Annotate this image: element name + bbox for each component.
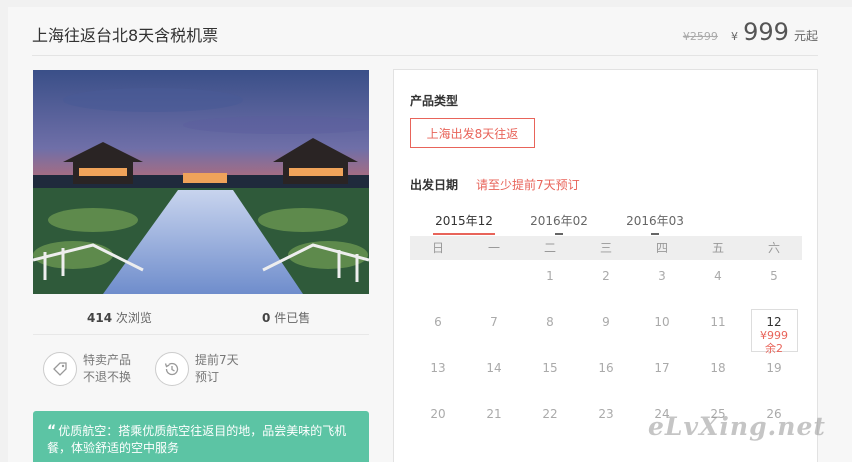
site-watermark: eLvXing.net — [648, 412, 826, 441]
feature-2-line1: 提前7天 — [195, 353, 239, 367]
product-type-option[interactable]: 上海出发8天往返 — [410, 118, 535, 148]
views-label: 次浏览 — [115, 311, 152, 325]
calendar-day — [410, 260, 466, 306]
calendar-week: 1 2 3 4 5 — [410, 260, 802, 306]
sold-count: 0 — [262, 311, 271, 325]
calendar-day: 19 — [766, 361, 782, 375]
calendar-week: 13 14 15 16 17 18 19 — [410, 352, 802, 398]
calendar-day: 15 — [542, 361, 558, 375]
calendar-day-available[interactable]: 12 ¥999 余2 — [746, 306, 802, 355]
calendar-day: 13 — [430, 361, 446, 375]
sold-stat: 0 件已售 — [262, 309, 310, 326]
calendar-day: 10 — [654, 315, 670, 329]
product-type-label: 产品类型 — [410, 94, 459, 108]
sale-price: 999 — [743, 18, 789, 46]
calendar-day — [466, 260, 522, 306]
month-tab-2-indicator — [555, 233, 563, 235]
weekday-header: 日 一 二 三 四 五 六 — [410, 236, 802, 260]
month-tab-1-indicator — [433, 233, 495, 235]
feature-1-line1: 特卖产品 — [83, 353, 132, 367]
calendar-day: 2 — [602, 269, 610, 283]
weekday-mon: 一 — [487, 241, 500, 255]
calendar-day: 21 — [486, 407, 502, 421]
departure-date-label: 出发日期 — [410, 178, 459, 192]
quote-icon: “ — [47, 423, 57, 439]
note-text: 优质航空：搭乘优质航空往返目的地，品尝美味的飞机餐，体验舒适的空中服务 — [47, 424, 347, 455]
weekday-thu: 四 — [655, 241, 668, 255]
original-price: ¥2599 — [682, 30, 718, 43]
airline-note: “优质航空：搭乘优质航空往返目的地，品尝美味的飞机餐，体验舒适的空中服务 — [33, 411, 369, 462]
available-day-price: ¥999 — [760, 329, 788, 342]
calendar-day: 3 — [658, 269, 666, 283]
weekday-fri: 五 — [711, 241, 724, 255]
calendar-day: 1 — [546, 269, 554, 283]
views-count: 414 — [87, 311, 113, 325]
currency-symbol: ¥ — [730, 30, 738, 43]
feature-1-line2: 不退不换 — [83, 370, 132, 384]
product-photo[interactable] — [33, 70, 369, 294]
calendar-day: 14 — [486, 361, 502, 375]
available-day-number: 12 — [766, 315, 782, 329]
memorial-hall-image — [33, 70, 369, 294]
month-tabs: 2015年12 2016年02 2016年03 — [410, 212, 802, 235]
month-tab-3-label: 2016年03 — [626, 214, 684, 228]
weekday-sat: 六 — [767, 241, 780, 255]
sold-label: 件已售 — [274, 311, 311, 325]
weekday-sun: 日 — [431, 241, 444, 255]
calendar-day: 8 — [546, 315, 554, 329]
calendar-day: 22 — [542, 407, 558, 421]
product-title: 上海往返台北8天含税机票 — [32, 26, 219, 45]
views-stat: 414 次浏览 — [87, 309, 152, 326]
month-tab-3[interactable]: 2016年03 — [612, 212, 698, 235]
calendar-day: 5 — [770, 269, 778, 283]
calendar-week: 6 7 8 9 10 11 12 ¥999 余2 — [410, 306, 802, 355]
calendar-day: 20 — [430, 407, 446, 421]
calendar-day: 4 — [714, 269, 722, 283]
weekday-wed: 三 — [599, 241, 612, 255]
month-tab-2[interactable]: 2016年02 — [516, 212, 602, 235]
feature-special-offer: 特卖产品 不退不换 — [43, 352, 131, 386]
calendar-day: 11 — [710, 315, 726, 329]
calendar-day: 7 — [490, 315, 498, 329]
month-tab-1[interactable]: 2015年12 — [421, 212, 507, 235]
calendar-day: 17 — [654, 361, 670, 375]
price-block: ¥2599 ¥ 999 元起 — [683, 18, 818, 46]
month-tab-3-indicator — [651, 233, 659, 235]
calendar-day: 18 — [710, 361, 726, 375]
feature-2-line2: 预订 — [195, 370, 220, 384]
calendar-day: 9 — [602, 315, 610, 329]
weekday-tue: 二 — [543, 241, 556, 255]
product-stats: 414 次浏览 0 件已售 — [33, 307, 369, 335]
booking-panel: 产品类型 上海出发8天往返 出发日期 请至少提前7天预订 2015年12 201… — [393, 69, 818, 462]
tag-icon — [43, 352, 77, 386]
calendar-day: 6 — [434, 315, 442, 329]
clock-icon — [155, 352, 189, 386]
booking-hint: 请至少提前7天预订 — [476, 178, 580, 192]
feature-advance-booking: 提前7天 预订 — [155, 352, 239, 386]
month-tab-1-label: 2015年12 — [435, 214, 493, 228]
calendar-day: 16 — [598, 361, 614, 375]
calendar-day: 23 — [598, 407, 614, 421]
price-unit: 元起 — [793, 29, 818, 43]
product-header: 上海往返台北8天含税机票 ¥2599 ¥ 999 元起 — [32, 18, 818, 56]
month-tab-2-label: 2016年02 — [530, 214, 588, 228]
